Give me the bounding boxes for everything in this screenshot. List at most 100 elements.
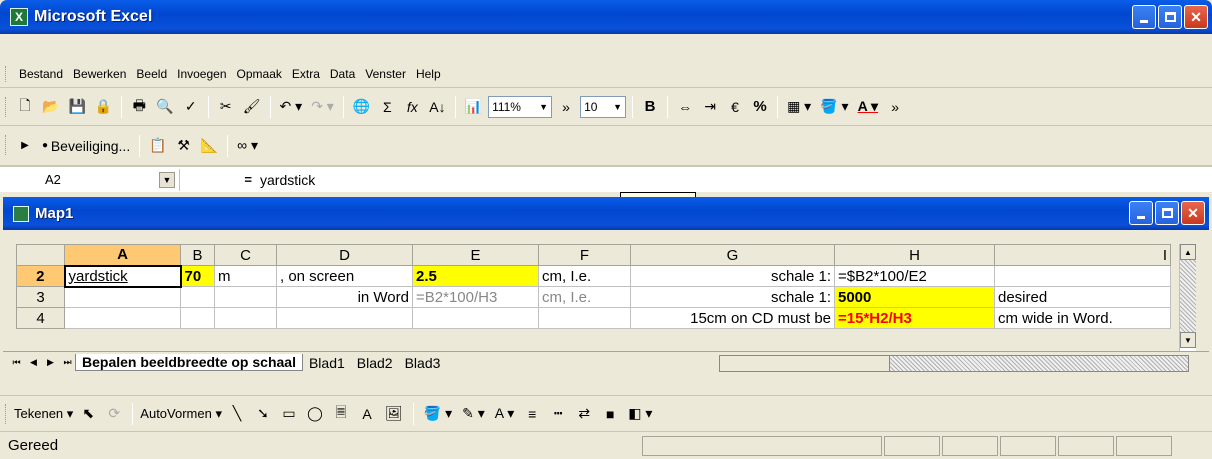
scroll-up-icon[interactable]: ▲ [1180, 244, 1196, 260]
menu-help[interactable]: Help [411, 67, 446, 81]
menu-beeld[interactable]: Beeld [131, 67, 172, 81]
visual-basic-editor-icon[interactable]: 📋 [146, 133, 169, 159]
wordart-icon[interactable]: A [356, 401, 378, 427]
security-button[interactable]: ● Beveiliging... [39, 133, 133, 159]
hyperlink-icon[interactable]: 🌐 [350, 94, 373, 120]
last-sheet-icon[interactable]: ⏭ [60, 355, 75, 370]
permission-icon[interactable]: 🔒 [92, 94, 115, 120]
toolbar-options-icon[interactable]: » [555, 94, 577, 120]
cell-h2[interactable]: =$B2*100/E2 [834, 265, 995, 287]
workbook-icon[interactable] [13, 205, 29, 222]
cell-b2[interactable]: 70 [180, 265, 215, 287]
cell-f2[interactable]: cm, I.e. [538, 265, 631, 287]
cell-e2[interactable]: 2.5 [412, 265, 539, 287]
autoshapes-button[interactable]: AutoVormen ▾ [140, 406, 222, 422]
row-header[interactable]: 3 [16, 286, 65, 308]
font-size-select[interactable]: 10 ▼ [580, 95, 627, 118]
increase-indent-icon[interactable]: ⇥ [699, 94, 721, 120]
merge-center-icon[interactable]: ⇔ [674, 94, 696, 120]
prev-sheet-icon[interactable]: ◀ [26, 355, 41, 370]
menu-extra[interactable]: Extra [287, 67, 325, 81]
cell-b4[interactable] [180, 307, 215, 329]
dash-style-icon[interactable]: ┅ [547, 401, 569, 427]
scroll-down-icon[interactable]: ▼ [1180, 332, 1196, 348]
euro-icon[interactable]: € [724, 94, 746, 120]
cell-d4[interactable] [276, 307, 413, 329]
rotate-icon[interactable]: ⟳ [103, 401, 125, 427]
horizontal-scrollbar[interactable] [719, 355, 1189, 372]
spelling-icon[interactable]: ✓ [180, 94, 202, 120]
menu-bewerken[interactable]: Bewerken [68, 67, 131, 81]
column-header-d[interactable]: D [276, 244, 413, 266]
new-icon[interactable]: 🗋 [14, 94, 36, 120]
cell-f4[interactable] [538, 307, 631, 329]
column-header-a[interactable]: A [64, 244, 181, 266]
column-header-h[interactable]: H [834, 244, 995, 266]
3d-icon[interactable]: ◧ ▾ [625, 401, 655, 427]
row-header[interactable]: 4 [16, 307, 65, 329]
select-objects-icon[interactable]: ⬉ [77, 401, 99, 427]
cell-h3[interactable]: 5000 [834, 286, 995, 308]
cell-c3[interactable] [214, 286, 277, 308]
menu-bestand[interactable]: Bestand [14, 67, 68, 81]
font-color-icon[interactable]: A ▾ [855, 94, 882, 120]
oval-icon[interactable]: ◯ [304, 401, 326, 427]
chart-wizard-icon[interactable]: 📊 [462, 94, 485, 120]
column-header-g[interactable]: G [630, 244, 835, 266]
column-header-c[interactable]: C [214, 244, 277, 266]
name-box[interactable]: A2 ▼ [5, 168, 180, 191]
minimize-button[interactable] [1132, 5, 1156, 29]
cell-g4[interactable]: 15cm on CD must be [630, 307, 835, 329]
excel-icon[interactable]: X [10, 8, 28, 26]
cell-i2[interactable] [994, 265, 1171, 287]
shadow-icon[interactable]: ■ [599, 401, 621, 427]
toolbar-options-icon[interactable]: » [884, 94, 906, 120]
clipart-icon[interactable]: 🖼 [382, 401, 406, 427]
menu-data[interactable]: Data [325, 67, 360, 81]
tab-blad3[interactable]: Blad3 [399, 355, 447, 371]
percent-button[interactable]: % [749, 94, 771, 120]
line-icon[interactable]: ╲ [226, 401, 248, 427]
fill-color-icon[interactable]: 🪣 ▾ [421, 401, 455, 427]
zoom-select[interactable]: 111% ▼ [488, 95, 553, 118]
tools-icon[interactable]: ⚒ [173, 133, 195, 159]
equals-icon[interactable]: = [180, 172, 260, 187]
design-mode-icon[interactable]: 📐 [198, 133, 221, 159]
tab-blad1[interactable]: Blad1 [303, 355, 351, 371]
next-sheet-icon[interactable]: ▶ [43, 355, 58, 370]
menu-opmaak[interactable]: Opmaak [232, 67, 287, 81]
menu-invoegen[interactable]: Invoegen [172, 67, 231, 81]
function-icon[interactable]: fx [401, 94, 423, 120]
workbook-minimize-button[interactable] [1129, 201, 1153, 225]
borders-icon[interactable]: ▦ ▾ [784, 94, 814, 120]
cell-d3[interactable]: in Word [276, 286, 413, 308]
menu-venster[interactable]: Venster [360, 67, 411, 81]
link-icon[interactable]: ∞ ▾ [234, 133, 261, 159]
hscroll-thumb[interactable] [720, 356, 890, 371]
close-button[interactable]: ✕ [1184, 5, 1208, 29]
cell-i3[interactable]: desired [994, 286, 1171, 308]
tab-bepalen[interactable]: Bepalen beeldbreedte op schaal [75, 354, 303, 371]
vertical-scrollbar[interactable]: ▲ ▼ [1179, 244, 1196, 354]
formula-input[interactable]: yardstick [260, 172, 315, 188]
maximize-button[interactable] [1158, 5, 1182, 29]
redo-icon[interactable]: ↷ ▾ [308, 94, 337, 120]
cut-icon[interactable]: ✂ [215, 94, 237, 120]
save-icon[interactable]: 💾 [65, 94, 88, 120]
select-all-corner[interactable] [16, 244, 65, 266]
row-header[interactable]: 2 [16, 265, 65, 287]
print-preview-icon[interactable]: 🔍 [153, 94, 176, 120]
cell-a4[interactable] [64, 307, 181, 329]
open-icon[interactable]: 📂 [39, 94, 62, 120]
bold-button[interactable]: B [639, 94, 661, 120]
cell-e4[interactable] [412, 307, 539, 329]
first-sheet-icon[interactable]: ⏮ [9, 355, 24, 370]
cell-d2[interactable]: , on screen [276, 265, 413, 287]
cell-e3[interactable]: =B2*100/H3 [412, 286, 539, 308]
column-header-i[interactable]: I [994, 244, 1171, 266]
sort-ascending-icon[interactable]: A↓ [426, 94, 448, 120]
draw-menu-button[interactable]: Tekenen ▾ [14, 406, 73, 422]
tab-blad2[interactable]: Blad2 [351, 355, 399, 371]
column-header-f[interactable]: F [538, 244, 631, 266]
play-icon[interactable]: ▶ [14, 133, 36, 159]
